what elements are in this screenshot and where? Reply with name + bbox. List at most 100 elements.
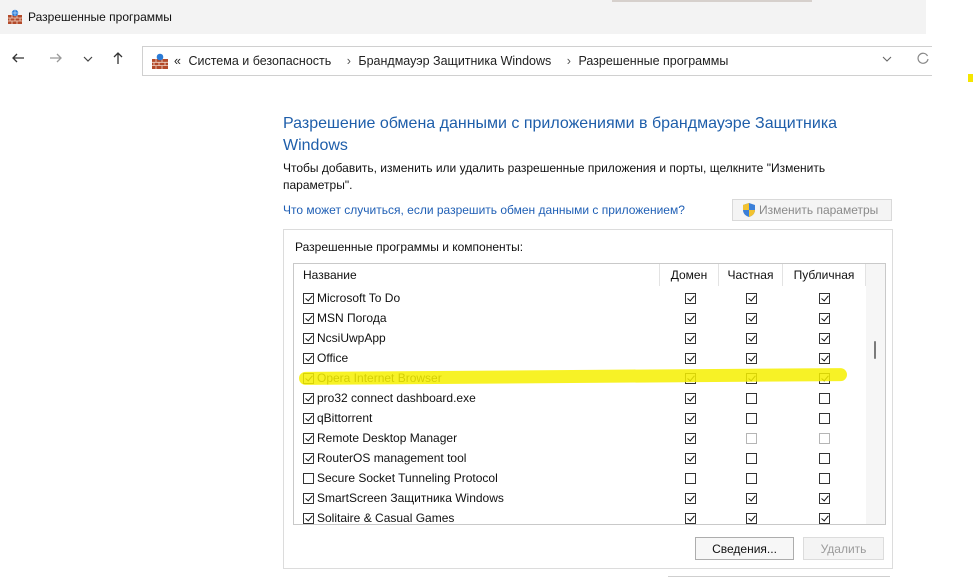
list-item[interactable]: NcsiUwpApp [294, 329, 866, 349]
recent-locations-button[interactable] [78, 51, 98, 71]
up-button[interactable] [108, 51, 128, 71]
enable-checkbox[interactable] [303, 313, 314, 324]
app-name: Solitaire & Casual Games [317, 511, 455, 525]
domain-checkbox[interactable] [685, 493, 696, 504]
private-checkbox[interactable] [746, 333, 757, 344]
chevron-down-icon [83, 56, 93, 62]
column-header-private[interactable]: Частная [718, 264, 782, 286]
private-checkbox[interactable] [746, 513, 757, 524]
domain-checkbox[interactable] [685, 473, 696, 484]
domain-checkbox[interactable] [685, 293, 696, 304]
app-name: Office [317, 351, 349, 365]
list-item[interactable]: qBittorrent [294, 409, 866, 429]
public-checkbox[interactable] [819, 473, 830, 484]
enable-checkbox[interactable] [303, 453, 314, 464]
app-name: Microsoft To Do [317, 291, 401, 305]
public-checkbox[interactable] [819, 453, 830, 464]
private-checkbox[interactable] [746, 313, 757, 324]
private-checkbox[interactable] [746, 353, 757, 364]
app-name: Remote Desktop Manager [317, 431, 458, 445]
enable-checkbox[interactable] [303, 393, 314, 404]
column-header-name[interactable]: Название [294, 264, 659, 286]
public-checkbox[interactable] [819, 393, 830, 404]
public-checkbox[interactable] [819, 493, 830, 504]
domain-checkbox[interactable] [685, 413, 696, 424]
list-item[interactable]: Secure Socket Tunneling Protocol [294, 469, 866, 489]
list-item[interactable]: Office [294, 349, 866, 369]
bottom-edge [668, 576, 890, 580]
domain-checkbox[interactable] [685, 433, 696, 444]
enable-checkbox[interactable] [303, 333, 314, 344]
allowed-apps-group: Разрешенные программы и компоненты: Назв… [283, 229, 893, 569]
domain-checkbox[interactable] [685, 513, 696, 524]
breadcrumb-separator[interactable]: › [567, 54, 571, 68]
public-checkbox[interactable] [819, 353, 830, 364]
list-item[interactable]: Solitaire & Casual Games [294, 509, 866, 525]
list-item[interactable]: RouterOS management tool [294, 449, 866, 469]
breadcrumb-firewall[interactable]: Брандмауэр Защитника Windows [358, 54, 551, 68]
breadcrumb-separator[interactable]: › [347, 54, 351, 68]
enable-checkbox[interactable] [303, 473, 314, 484]
column-header-public[interactable]: Публичная [782, 264, 866, 286]
app-name: SmartScreen Защитника Windows [317, 491, 504, 505]
private-checkbox[interactable] [746, 473, 757, 484]
public-checkbox[interactable] [819, 333, 830, 344]
details-button[interactable]: Сведения... [695, 537, 794, 560]
domain-checkbox[interactable] [685, 393, 696, 404]
domain-checkbox[interactable] [685, 353, 696, 364]
private-checkbox[interactable] [746, 393, 757, 404]
app-name: qBittorrent [317, 411, 373, 425]
domain-checkbox[interactable] [685, 313, 696, 324]
delete-button[interactable]: Удалить [803, 537, 884, 560]
list-item[interactable]: Microsoft To Do [294, 289, 866, 309]
breadcrumb-system-security[interactable]: Система и безопасность [188, 54, 331, 68]
uac-shield-icon [743, 203, 755, 217]
app-name: pro32 connect dashboard.exe [317, 391, 476, 405]
enable-checkbox[interactable] [303, 493, 314, 504]
back-button[interactable] [8, 51, 28, 71]
chevron-down-icon [882, 56, 892, 62]
private-checkbox[interactable] [746, 433, 757, 444]
list-item[interactable]: pro32 connect dashboard.exe [294, 389, 866, 409]
breadcrumb-overflow[interactable]: « [174, 54, 181, 68]
enable-checkbox[interactable] [303, 513, 314, 524]
address-history-button[interactable] [881, 53, 893, 68]
change-settings-button[interactable]: Изменить параметры [732, 199, 892, 221]
public-checkbox[interactable] [819, 293, 830, 304]
enable-checkbox[interactable] [303, 353, 314, 364]
list-item[interactable]: Remote Desktop Manager [294, 429, 866, 449]
help-link[interactable]: Что может случиться, если разрешить обме… [283, 203, 685, 217]
page-description: Чтобы добавить, изменить или удалить раз… [283, 161, 826, 192]
enable-checkbox[interactable] [303, 413, 314, 424]
domain-checkbox[interactable] [685, 453, 696, 464]
address-bar[interactable]: « Система и безопасность › Брандмауэр За… [142, 46, 932, 76]
public-checkbox[interactable] [819, 513, 830, 524]
refresh-button[interactable] [916, 52, 930, 69]
list-item[interactable]: SmartScreen Защитника Windows [294, 489, 866, 509]
column-header-domain[interactable]: Домен [659, 264, 718, 286]
arrow-right-icon [50, 53, 62, 63]
forward-button[interactable] [46, 51, 66, 71]
page-title: Разрешение обмена данными с приложениями… [283, 115, 838, 154]
refresh-icon [917, 52, 929, 64]
public-checkbox[interactable] [819, 313, 830, 324]
app-name: Secure Socket Tunneling Protocol [317, 471, 498, 485]
public-checkbox[interactable] [819, 413, 830, 424]
arrow-up-icon [113, 52, 123, 64]
highlight-mark [968, 74, 973, 82]
allowed-apps-list[interactable]: Название Домен Частная Публичная Microso… [293, 263, 886, 525]
title-bar: Разрешенные программы [0, 0, 926, 34]
enable-checkbox[interactable] [303, 293, 314, 304]
scrollbar-thumb[interactable] [874, 341, 876, 359]
private-checkbox[interactable] [746, 453, 757, 464]
private-checkbox[interactable] [746, 493, 757, 504]
vertical-scrollbar[interactable] [866, 264, 885, 524]
domain-checkbox[interactable] [685, 333, 696, 344]
public-checkbox[interactable] [819, 433, 830, 444]
enable-checkbox[interactable] [303, 433, 314, 444]
private-checkbox[interactable] [746, 413, 757, 424]
private-checkbox[interactable] [746, 293, 757, 304]
list-item[interactable]: MSN Погода [294, 309, 866, 329]
firewall-icon [8, 9, 22, 24]
breadcrumb-allowed-apps[interactable]: Разрешенные программы [578, 54, 728, 68]
